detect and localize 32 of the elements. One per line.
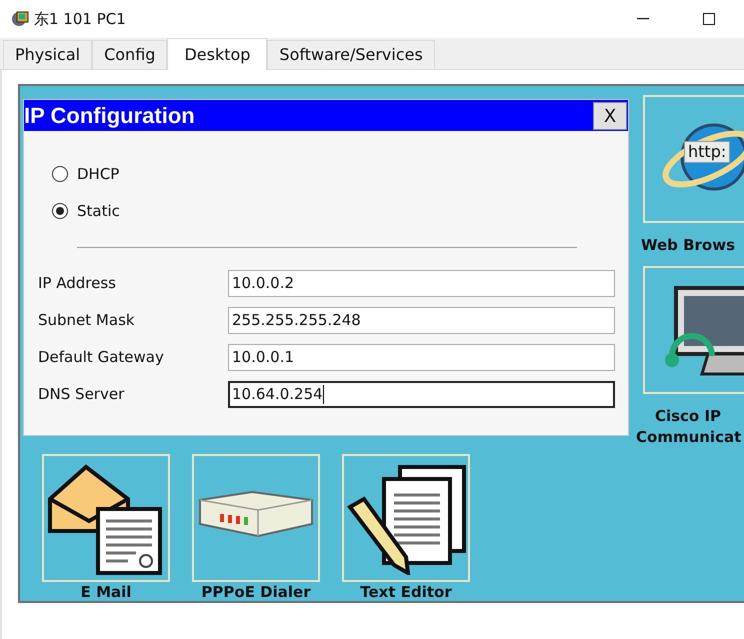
input-field[interactable]: 10.0.0.1 — [228, 344, 615, 371]
app-label: Cisco IP Communicat — [636, 406, 740, 448]
window-title: 东1 101 PC1 — [34, 8, 126, 30]
app-tile[interactable] — [192, 454, 320, 582]
app-label: E Mail — [80, 583, 132, 601]
app-label: Text Editor — [360, 583, 452, 601]
field-label: IP Address — [38, 273, 117, 294]
input-field[interactable]: 10.64.0.254 — [228, 381, 615, 408]
computer-icon — [10, 10, 30, 28]
app-tile[interactable] — [42, 454, 170, 582]
dialog-title: IP Configuration — [24, 104, 195, 128]
input-field[interactable]: 255.255.255.248 — [228, 307, 615, 334]
minimize-icon — [637, 18, 649, 20]
field-label: Default Gateway — [38, 347, 165, 368]
radio-option[interactable]: DHCP — [52, 163, 120, 186]
field-label: DNS Server — [38, 384, 126, 406]
tab[interactable]: Software/Services — [267, 40, 435, 69]
maximize-icon — [703, 13, 715, 25]
tab[interactable]: Config — [92, 40, 168, 69]
app-label: PPPoE Dialer — [201, 583, 311, 601]
app-tile[interactable]: http: — [643, 95, 744, 223]
app-label: Web Brows — [640, 235, 736, 256]
app-tile[interactable] — [342, 454, 470, 582]
close-button[interactable]: X — [593, 102, 627, 130]
tab[interactable]: Physical — [3, 40, 92, 69]
input-field[interactable]: 10.0.0.2 — [228, 270, 615, 297]
tab[interactable]: Desktop — [167, 38, 268, 70]
field-label: Subnet Mask — [38, 310, 136, 332]
app-tile[interactable] — [643, 266, 744, 394]
radio-icon[interactable] — [52, 166, 68, 182]
radio-option[interactable]: Static — [52, 200, 120, 222]
radio-icon[interactable] — [52, 202, 68, 219]
